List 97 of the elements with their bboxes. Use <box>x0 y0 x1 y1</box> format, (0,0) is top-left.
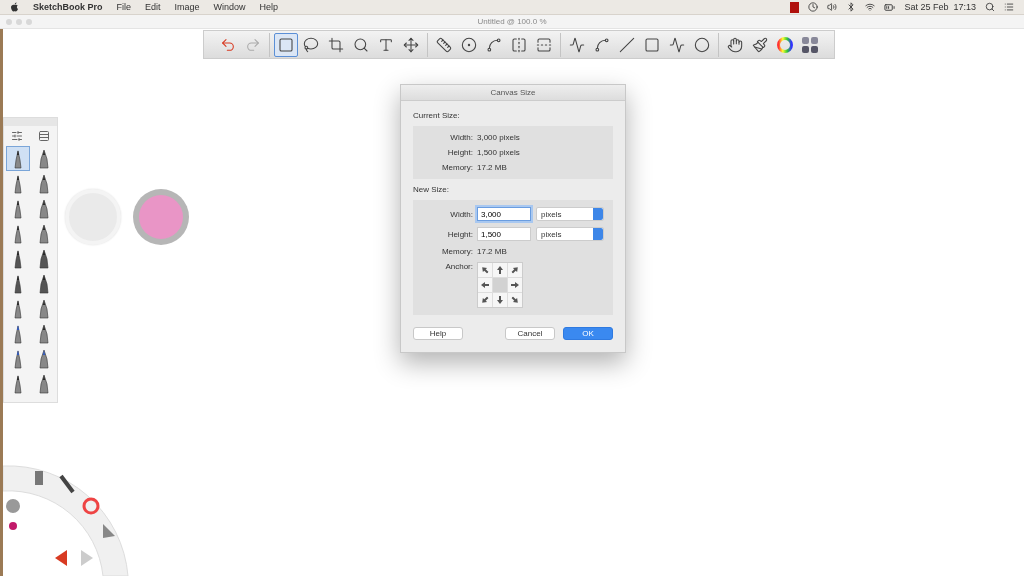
anchor-cell[interactable] <box>493 263 507 277</box>
menu-item[interactable]: Edit <box>145 2 161 12</box>
lasso-icon <box>303 36 319 53</box>
symmetry-icon <box>511 36 527 53</box>
brush-library-icon[interactable] <box>37 130 50 142</box>
app-status-icon[interactable] <box>790 1 800 13</box>
arrow-icon <box>509 294 521 306</box>
wifi-icon[interactable] <box>865 2 876 12</box>
color-puck[interactable] <box>133 189 189 245</box>
dialog-button[interactable]: Cancel <box>505 327 555 340</box>
brush-icon <box>37 373 50 394</box>
brush-icon <box>37 323 50 344</box>
circle-icon <box>694 36 710 53</box>
anchor-cell[interactable] <box>478 278 492 292</box>
menu-item[interactable]: Image <box>174 2 200 12</box>
brush-icon <box>37 198 50 219</box>
rectangle-select-icon <box>278 36 294 53</box>
search-icon[interactable] <box>985 2 995 12</box>
brush-settings-icon[interactable] <box>11 130 24 142</box>
field-value: 17.2 MB <box>477 247 508 256</box>
arrow-icon <box>479 294 491 306</box>
anchor-cell[interactable] <box>478 293 492 307</box>
move-icon <box>403 36 419 53</box>
brush-icon <box>752 36 768 53</box>
field-label: Width: <box>449 133 473 142</box>
field-value: 1,500 pixels <box>477 148 521 157</box>
clock-icon[interactable] <box>808 2 819 12</box>
clock-text[interactable]: Sat 25 Feb 17:13 <box>904 2 976 12</box>
brush-icon <box>11 148 24 169</box>
ruler-icon <box>436 36 452 53</box>
app-menu[interactable]: SketchBook Pro <box>33 2 103 12</box>
field-label: Memory: <box>440 163 473 172</box>
brush-icon <box>11 298 24 319</box>
color-wheel-icon <box>776 35 794 54</box>
brush-icon <box>11 173 24 194</box>
section-label: Current Size: <box>413 111 461 120</box>
anchor-cell[interactable] <box>493 293 507 307</box>
window-title: Untitled @ 100.0 % <box>477 17 547 26</box>
input-field[interactable]: 3,000 <box>477 207 531 221</box>
text-icon <box>378 36 394 53</box>
curve-icon <box>486 36 502 53</box>
brush-icon <box>37 298 50 319</box>
field-value: 3,000 pixels <box>477 133 521 142</box>
brush-icon <box>11 323 24 344</box>
curve-icon <box>594 36 610 53</box>
brush-icon <box>37 223 50 244</box>
symmetry-icon <box>536 36 552 53</box>
menu-icon[interactable] <box>1004 2 1014 12</box>
unit-dropdown[interactable]: pixels <box>536 227 604 241</box>
brush-icon <box>37 248 50 269</box>
menu-item[interactable]: File <box>116 2 132 12</box>
brush-icon <box>11 198 24 219</box>
dialog-button[interactable]: Help <box>413 327 463 340</box>
section-label: New Size: <box>413 185 450 194</box>
anchor-cell[interactable] <box>478 263 492 277</box>
field-label: Height: <box>446 148 473 157</box>
dialog-title: Canvas Size <box>401 85 625 101</box>
brush-icon <box>11 273 24 294</box>
field-label: Memory: <box>440 247 473 256</box>
brush-icon <box>11 373 24 394</box>
volume-icon[interactable] <box>827 2 838 12</box>
crop-icon <box>328 36 344 53</box>
battery-icon[interactable] <box>884 1 896 13</box>
field-label: Anchor: <box>444 262 473 271</box>
search-icon <box>353 36 369 53</box>
brush-button[interactable] <box>5 146 30 171</box>
brush-icon <box>11 248 24 269</box>
anchor-cell[interactable] <box>508 263 522 277</box>
field-label: Height: <box>446 229 473 239</box>
brush-icon <box>37 348 50 369</box>
polyline-icon <box>669 36 685 53</box>
square-icon <box>644 36 660 53</box>
brush-icon <box>11 348 24 369</box>
brush-icon <box>37 173 50 194</box>
brush-icon <box>37 273 50 294</box>
field-label: Width: <box>449 209 473 219</box>
bluetooth-icon[interactable] <box>846 2 857 12</box>
menu-item[interactable]: Window <box>213 2 246 12</box>
anchor-cell[interactable] <box>508 278 522 292</box>
anchor-cell[interactable] <box>508 293 522 307</box>
menu-item[interactable]: Help <box>259 2 279 12</box>
layers-icon <box>801 35 819 54</box>
anchor-cell[interactable] <box>493 278 507 292</box>
curve-line-icon <box>569 36 585 53</box>
brush-icon <box>37 148 50 169</box>
line-icon <box>619 36 635 53</box>
undo-icon <box>220 36 236 53</box>
ellipse-guide-icon <box>461 36 477 53</box>
input-field[interactable]: 1,500 <box>477 227 531 241</box>
brush-icon <box>11 223 24 244</box>
hand-icon <box>727 36 743 53</box>
arrow-icon <box>509 264 521 276</box>
arrow-icon <box>479 264 491 276</box>
unit-dropdown[interactable]: pixels <box>536 207 604 221</box>
field-value: 17.2 MB <box>477 163 508 172</box>
redo-icon <box>245 36 261 53</box>
apple-logo-icon <box>10 2 19 12</box>
